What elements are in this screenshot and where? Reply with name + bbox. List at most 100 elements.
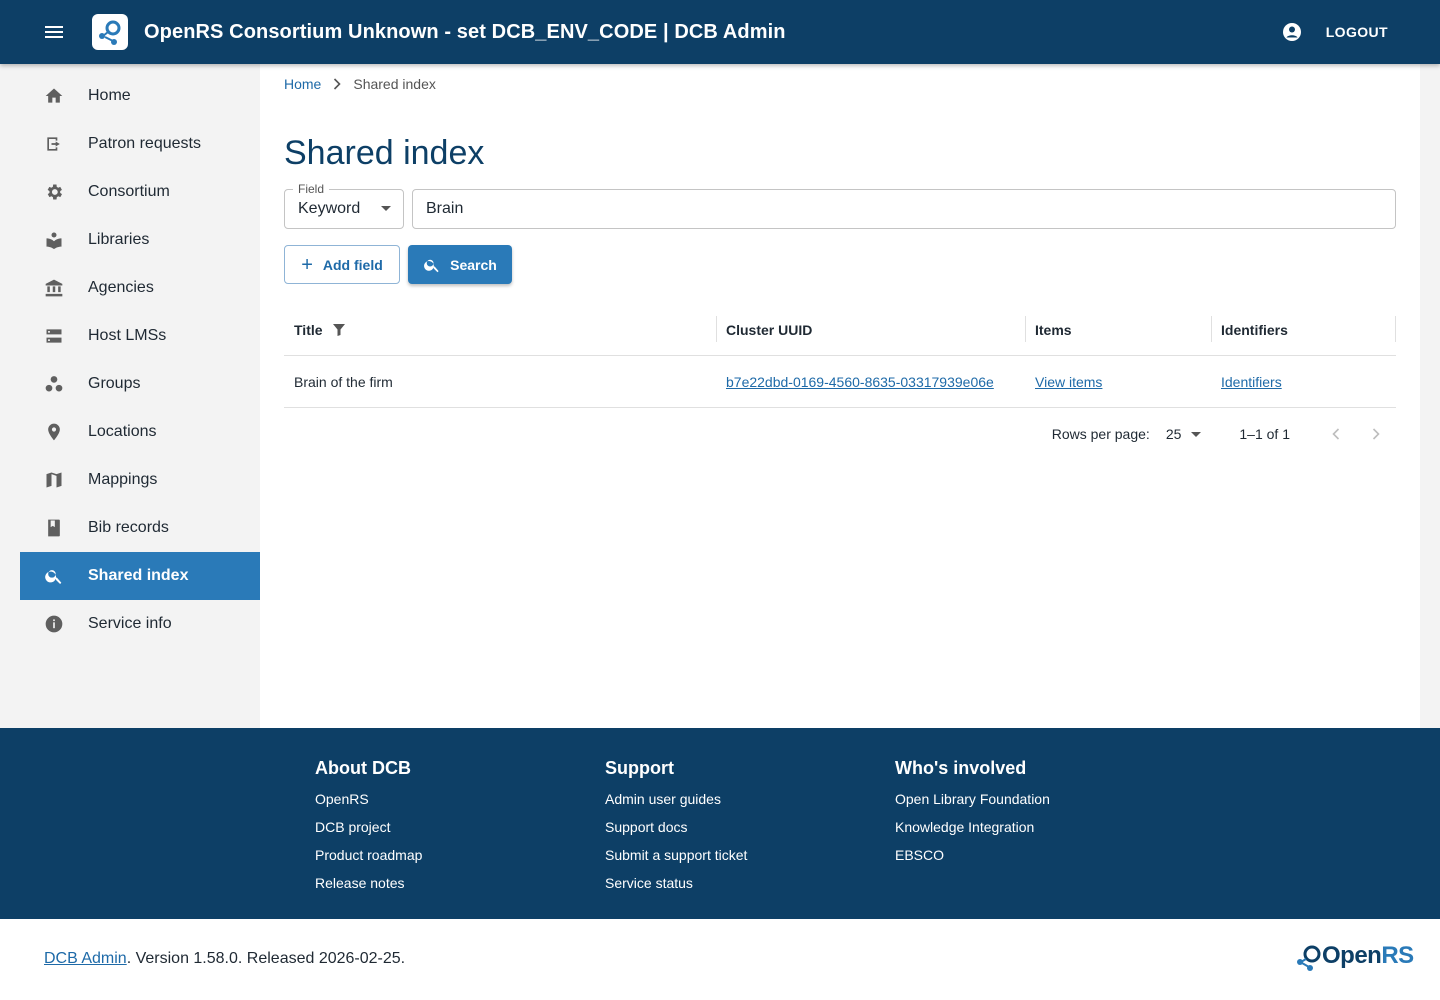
book-icon — [20, 518, 88, 538]
filter-icon[interactable] — [332, 323, 345, 336]
search-input[interactable] — [412, 189, 1396, 229]
version-info: DCB Admin. Version 1.58.0. Released 2026… — [44, 950, 405, 968]
footer-link-service-status[interactable]: Service status — [605, 875, 747, 903]
view-items-link[interactable]: View items — [1035, 374, 1102, 390]
field-select-value: Keyword — [298, 200, 361, 217]
column-header-label: Title — [294, 321, 323, 338]
sidebar-item-label: Service info — [88, 615, 172, 632]
footer-link-open-library-foundation[interactable]: Open Library Foundation — [895, 791, 1050, 819]
identifiers-link[interactable]: Identifiers — [1221, 374, 1282, 390]
dropdown-arrow-icon — [1191, 431, 1202, 437]
sidebar-item-label: Shared index — [88, 567, 189, 584]
sidebar-item-label: Bib records — [88, 519, 169, 536]
column-header-label: Cluster UUID — [726, 321, 813, 338]
patron-requests-icon — [20, 134, 88, 154]
breadcrumb-home-link[interactable]: Home — [284, 76, 321, 92]
sidebar-item-service-info[interactable]: Service info — [20, 600, 260, 648]
bottom-bar: DCB Admin. Version 1.58.0. Released 2026… — [0, 919, 1440, 1000]
column-header-items[interactable]: Items — [1025, 304, 1211, 355]
footer-link-support-docs[interactable]: Support docs — [605, 819, 747, 847]
footer-column-support: Support Admin user guides Support docs S… — [605, 758, 747, 903]
column-header-title[interactable]: Title — [284, 304, 716, 355]
footer-link-knowledge-integration[interactable]: Knowledge Integration — [895, 819, 1050, 847]
search-button-label: Search — [450, 256, 497, 273]
field-select[interactable]: Field Keyword — [284, 182, 404, 229]
footer-link-dcb-project[interactable]: DCB project — [315, 819, 422, 847]
sidebar-item-home[interactable]: Home — [20, 72, 260, 120]
app-logo — [92, 14, 128, 50]
table-header: Title Cluster UUID Items Identifiers — [284, 304, 1396, 356]
map-icon — [20, 470, 88, 490]
breadcrumb-current: Shared index — [353, 76, 436, 92]
search-icon — [424, 259, 439, 272]
add-field-label: Add field — [322, 256, 383, 273]
add-field-button[interactable]: + Add field — [284, 245, 400, 284]
sidebar-item-mappings[interactable]: Mappings — [20, 456, 260, 504]
column-header-label: Items — [1035, 321, 1072, 338]
rows-per-page-label: Rows per page: — [1051, 426, 1150, 442]
app-title: OpenRS Consortium Unknown - set DCB_ENV_… — [144, 20, 786, 43]
openrs-logo: OpenRS — [1296, 941, 1414, 971]
footer-link-release-notes[interactable]: Release notes — [315, 875, 422, 903]
sidebar-item-label: Agencies — [88, 279, 154, 296]
rows-per-page-value: 25 — [1165, 426, 1182, 442]
footer-heading: Support — [605, 758, 674, 778]
sidebar-item-label: Patron requests — [88, 135, 201, 152]
pagination-range: 1–1 of 1 — [1239, 426, 1290, 442]
dropdown-arrow-icon — [381, 206, 391, 211]
logout-button[interactable]: LOGOUT — [1318, 18, 1396, 46]
footer-heading: Who's involved — [895, 758, 1027, 778]
footer-link-admin-user-guides[interactable]: Admin user guides — [605, 791, 747, 819]
plus-icon: + — [301, 253, 313, 276]
pagination: Rows per page: 25 1–1 of 1 — [284, 408, 1396, 460]
openrs-logo-open: Open — [1322, 942, 1382, 969]
library-icon — [20, 230, 88, 250]
openrs-logo-mark — [1297, 945, 1321, 971]
main-content: Home Shared index Shared index Field Key… — [260, 64, 1420, 728]
info-icon — [20, 614, 88, 634]
footer-link-ebsco[interactable]: EBSCO — [895, 847, 1050, 875]
footer-link-support-ticket[interactable]: Submit a support ticket — [605, 847, 747, 875]
sidebar-item-consortium[interactable]: Consortium — [20, 168, 260, 216]
footer-heading: About DCB — [315, 758, 411, 778]
sidebar-item-bib-records[interactable]: Bib records — [20, 504, 260, 552]
home-icon — [20, 86, 88, 106]
footer: About DCB OpenRS DCB project Product roa… — [0, 728, 1440, 919]
location-pin-icon — [20, 422, 88, 442]
sidebar-item-libraries[interactable]: Libraries — [20, 216, 260, 264]
dcb-admin-link[interactable]: DCB Admin — [44, 950, 127, 967]
next-page-button[interactable] — [1356, 414, 1396, 454]
sidebar-item-host-lmss[interactable]: Host LMSs — [20, 312, 260, 360]
footer-column-whos-involved: Who's involved Open Library Foundation K… — [895, 758, 1050, 875]
sidebar-item-label: Host LMSs — [88, 327, 167, 344]
column-header-identifiers[interactable]: Identifiers — [1211, 304, 1396, 355]
results-table: Title Cluster UUID Items Identifiers Bra… — [284, 304, 1396, 408]
cell-items: View items — [1025, 356, 1211, 407]
previous-page-button[interactable] — [1316, 414, 1356, 454]
sidebar-item-label: Mappings — [88, 471, 158, 488]
chevron-left-icon — [1332, 428, 1340, 440]
search-button[interactable]: Search — [408, 245, 512, 284]
footer-link-openrs[interactable]: OpenRS — [315, 791, 422, 819]
cluster-uuid-link[interactable]: b7e22dbd-0169-4560-8635-03317939e06e — [726, 374, 994, 390]
sidebar-item-shared-index[interactable]: Shared index — [20, 552, 260, 600]
footer-link-product-roadmap[interactable]: Product roadmap — [315, 847, 422, 875]
version-text: . Version 1.58.0. Released 2026-02-25. — [126, 950, 406, 967]
footer-column-about: About DCB OpenRS DCB project Product roa… — [315, 758, 422, 903]
sidebar-item-agencies[interactable]: Agencies — [20, 264, 260, 312]
page-title: Shared index — [284, 134, 485, 172]
sidebar-item-label: Libraries — [88, 231, 150, 248]
cell-cluster-uuid: b7e22dbd-0169-4560-8635-03317939e06e — [716, 356, 1025, 407]
sidebar-item-groups[interactable]: Groups — [20, 360, 260, 408]
table-row[interactable]: Brain of the firm b7e22dbd-0169-4560-863… — [284, 356, 1396, 408]
sidebar-item-label: Locations — [88, 423, 157, 440]
rows-per-page-select[interactable]: 25 — [1166, 426, 1202, 442]
account-circle-icon[interactable] — [1280, 20, 1304, 44]
menu-icon[interactable] — [30, 8, 78, 56]
sidebar-item-patron-requests[interactable]: Patron requests — [20, 120, 260, 168]
column-header-cluster-uuid[interactable]: Cluster UUID — [716, 304, 1025, 355]
sidebar-item-locations[interactable]: Locations — [20, 408, 260, 456]
storage-icon — [20, 326, 88, 346]
chevron-right-icon — [1372, 428, 1380, 440]
cell-identifiers: Identifiers — [1211, 356, 1396, 407]
